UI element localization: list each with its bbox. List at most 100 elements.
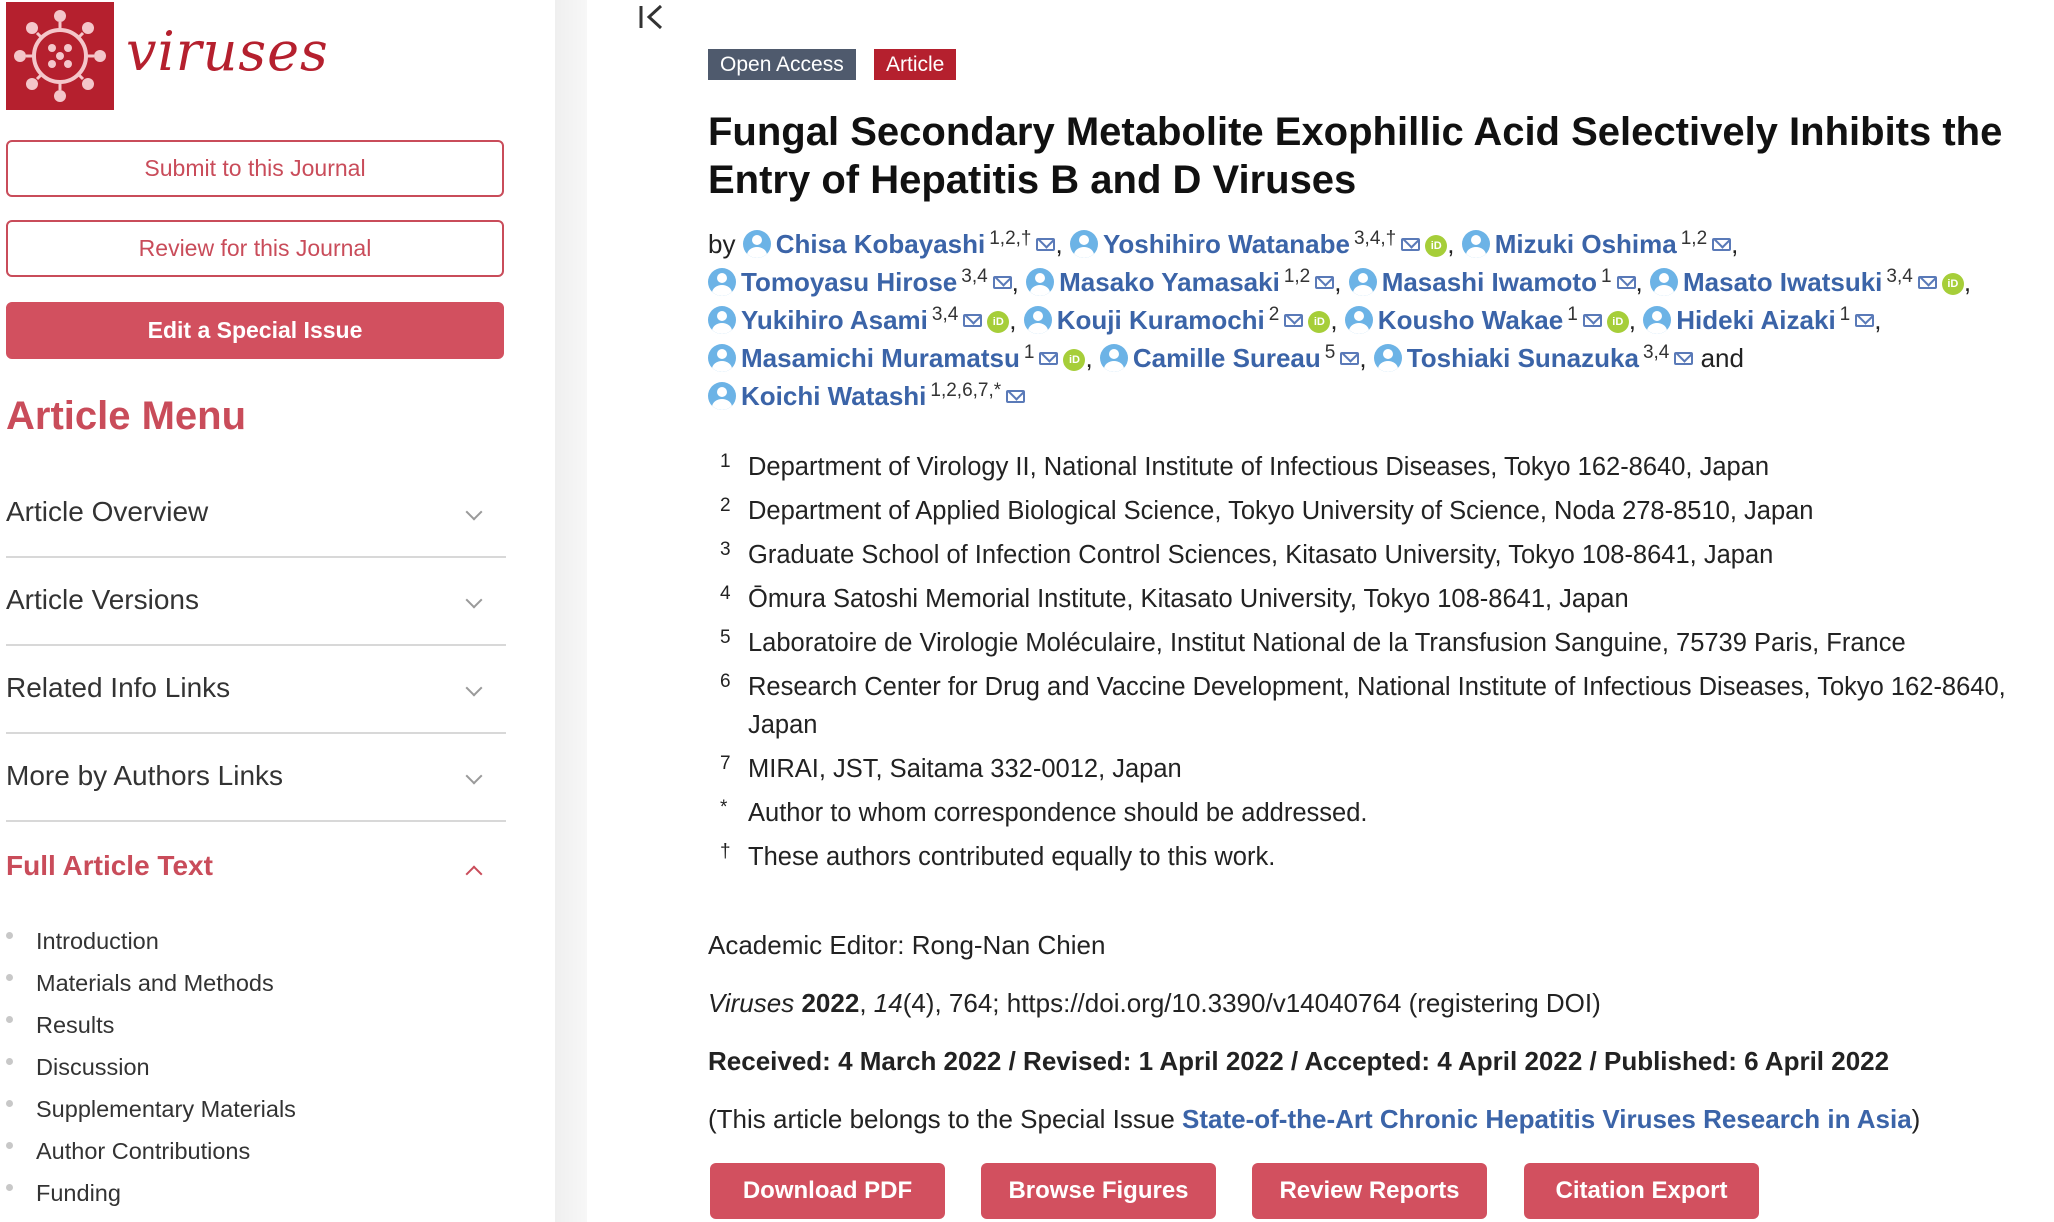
author-name[interactable]: Yoshihiro Watanabe — [1103, 229, 1350, 259]
browse-figures-button[interactable]: Browse Figures — [981, 1163, 1216, 1219]
person-icon — [708, 344, 736, 372]
orcid-icon[interactable]: iD — [1606, 311, 1629, 333]
toc-item-discussion[interactable]: Discussion — [6, 1046, 296, 1088]
author-affiliation-marks: 1 — [1839, 304, 1851, 325]
author-affiliation-marks: 1,2,6,7,* — [930, 380, 1002, 401]
affiliation-item: 6 Research Center for Drug and Vaccine De… — [708, 668, 2048, 744]
email-icon[interactable] — [1917, 276, 1937, 289]
author-name[interactable]: Masashi Iwamoto — [1382, 267, 1597, 297]
toc-item-introduction[interactable]: Introduction — [6, 920, 296, 962]
dates-text: Received: 4 March 2022 / Revised: 1 Apri… — [708, 1046, 1890, 1076]
orcid-icon[interactable]: iD — [987, 311, 1010, 333]
author-name[interactable]: Kousho Wakae — [1378, 305, 1563, 335]
affiliation-text: MIRAI, JST, Saitama 332-0012, Japan — [748, 755, 1182, 783]
email-icon[interactable] — [1855, 314, 1875, 327]
author-name[interactable]: Masato Iwatsuki — [1683, 267, 1882, 297]
toc-item-funding[interactable]: Funding — [6, 1172, 296, 1214]
review-reports-button[interactable]: Review Reports — [1252, 1163, 1487, 1219]
author-entry: Tomoyasu Hirose 3,4 — [708, 267, 1012, 297]
menu-item-related-info-links[interactable]: Related Info Links — [6, 648, 506, 734]
person-icon — [708, 382, 736, 410]
menu-item-more-by-authors[interactable]: More by Authors Links — [6, 736, 506, 822]
person-icon — [708, 268, 736, 296]
author-name[interactable]: Hideki Aizaki — [1676, 305, 1835, 335]
email-icon[interactable] — [1712, 238, 1732, 251]
chevron-down-icon — [465, 679, 483, 697]
special-issue-link[interactable]: State-of-the-Art Chronic Hepatitis Virus… — [1182, 1104, 1912, 1134]
menu-item-full-article-text[interactable]: Full Article Text — [6, 826, 506, 912]
review-journal-button[interactable]: Review for this Journal — [6, 220, 504, 277]
email-icon[interactable] — [1340, 352, 1360, 365]
email-icon[interactable] — [1674, 352, 1694, 365]
author-name[interactable]: Toshiaki Sunazuka — [1407, 343, 1639, 373]
orcid-icon[interactable]: iD — [1941, 273, 1964, 295]
author-name[interactable]: Yukihiro Asami — [741, 305, 928, 335]
affiliation-text: Laboratoire de Virologie Moléculaire, In… — [748, 629, 1906, 657]
email-icon[interactable] — [963, 314, 983, 327]
bullet-icon — [6, 1100, 13, 1107]
citation-export-button[interactable]: Citation Export — [1524, 1163, 1759, 1219]
bullet-icon — [6, 932, 13, 939]
author-name[interactable]: Kouji Kuramochi — [1057, 305, 1265, 335]
email-icon[interactable] — [1036, 238, 1056, 251]
author-name[interactable]: Masako Yamasaki — [1059, 267, 1280, 297]
orcid-icon[interactable]: iD — [1063, 349, 1086, 371]
email-icon[interactable] — [1315, 276, 1335, 289]
author-entry: Masashi Iwamoto 1 — [1348, 267, 1636, 297]
collapse-sidebar-icon[interactable] — [637, 2, 671, 32]
orcid-icon[interactable]: iD — [1308, 311, 1331, 333]
toc-item-materials-methods[interactable]: Materials and Methods — [6, 962, 296, 1004]
submit-journal-button[interactable]: Submit to this Journal — [6, 140, 504, 197]
author-affiliation-marks: 3,4,† — [1353, 228, 1397, 249]
toc-item-supplementary[interactable]: Supplementary Materials — [6, 1088, 296, 1130]
journal-logo-icon[interactable] — [6, 2, 114, 110]
download-pdf-button[interactable]: Download PDF — [710, 1163, 945, 1219]
journal-name[interactable]: viruses — [126, 20, 329, 83]
orcid-icon[interactable]: iD — [1425, 235, 1448, 257]
open-access-badge: Open Access — [708, 49, 856, 80]
author-entry: Masato Iwatsuki 3,4 iD — [1650, 267, 1964, 297]
person-icon — [742, 230, 771, 258]
author-name[interactable]: Chisa Kobayashi — [776, 229, 986, 259]
separator: , — [1055, 229, 1070, 259]
sidebar: viruses Submit to this Journal Review fo… — [0, 0, 555, 1222]
email-icon[interactable] — [1039, 352, 1059, 365]
affiliation-mark: 1 — [720, 451, 731, 472]
sidebar-divider — [555, 0, 587, 1222]
author-name[interactable]: Mizuki Oshima — [1495, 229, 1677, 259]
email-icon[interactable] — [1006, 390, 1026, 403]
author-name[interactable]: Koichi Watashi — [741, 381, 926, 411]
author-name[interactable]: Masamichi Muramatsu — [741, 343, 1020, 373]
academic-editor: Academic Editor: Rong-Nan Chien — [708, 930, 1106, 960]
person-icon — [1643, 306, 1672, 334]
person-icon — [1461, 230, 1490, 258]
affiliation-mark: 6 — [720, 671, 731, 692]
email-icon[interactable] — [1582, 314, 1602, 327]
toc-item-results[interactable]: Results — [6, 1004, 296, 1046]
citation-line: Viruses 2022, 14(4), 764; https://doi.or… — [708, 988, 1601, 1018]
toc-item-author-contributions[interactable]: Author Contributions — [6, 1130, 296, 1172]
toc-item-label: Funding — [36, 1180, 121, 1206]
author-affiliation-marks: 1,2 — [1680, 228, 1708, 249]
chevron-up-icon — [465, 865, 483, 883]
separator: , — [1330, 305, 1345, 335]
email-icon[interactable] — [992, 276, 1012, 289]
email-icon[interactable] — [1616, 276, 1636, 289]
author-name[interactable]: Tomoyasu Hirose — [741, 267, 957, 297]
menu-item-article-overview[interactable]: Article Overview — [6, 472, 506, 558]
author-name[interactable]: Camille Sureau — [1133, 343, 1321, 373]
person-icon — [1023, 306, 1052, 334]
menu-item-article-versions[interactable]: Article Versions — [6, 560, 506, 646]
separator: , — [1009, 305, 1024, 335]
email-icon[interactable] — [1401, 238, 1421, 251]
separator: , — [1359, 343, 1374, 373]
affiliation-text: Research Center for Drug and Vaccine Dev… — [748, 673, 2006, 739]
email-icon[interactable] — [1284, 314, 1304, 327]
separator: , — [1731, 229, 1739, 259]
author-entry: Koichi Watashi 1,2,6,7,* — [708, 380, 1026, 411]
affiliation-text: Department of Applied Biological Science… — [748, 497, 1814, 525]
author-list: by Chisa Kobayashi 1,2,†, Yoshihiro Watan… — [708, 225, 2053, 415]
chevron-down-icon — [465, 503, 483, 521]
edit-special-issue-button[interactable]: Edit a Special Issue — [6, 302, 504, 359]
bullet-icon — [6, 1142, 13, 1149]
